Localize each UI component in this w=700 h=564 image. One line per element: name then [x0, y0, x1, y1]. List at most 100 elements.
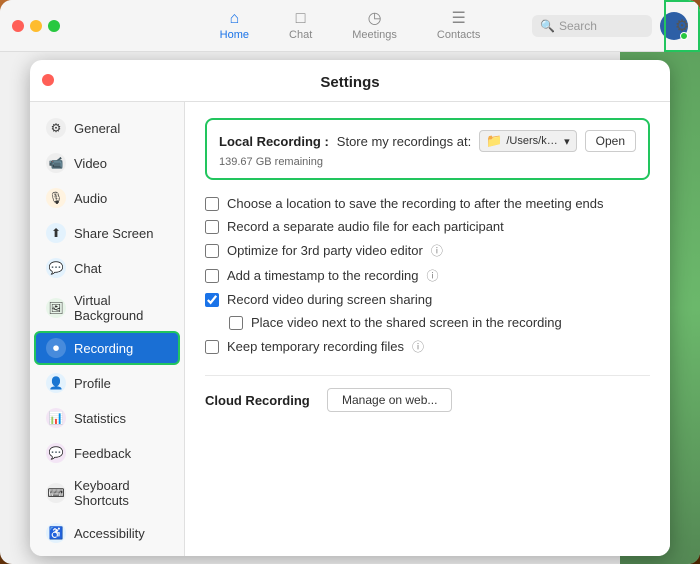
content-area: Settings ⚙ General 📹 Video 🎙 Audio: [0, 52, 700, 564]
checkbox-place-video-input[interactable]: [229, 316, 243, 330]
chat-sidebar-icon: 💬: [46, 258, 66, 278]
close-button[interactable]: [12, 20, 24, 32]
sidebar-label-video: Video: [74, 156, 107, 171]
manage-on-web-button[interactable]: Manage on web...: [327, 388, 452, 412]
video-icon: 📹: [46, 153, 66, 173]
sidebar-label-profile: Profile: [74, 376, 111, 391]
info-icon-optimize[interactable]: ⓘ: [431, 242, 443, 259]
cloud-recording-row: Cloud Recording Manage on web...: [205, 375, 650, 412]
checkbox-timestamp-label: Add a timestamp to the recording: [227, 268, 419, 283]
minimize-button[interactable]: [30, 20, 42, 32]
sidebar-item-audio[interactable]: 🎙 Audio: [34, 181, 180, 215]
settings-title: Settings: [30, 60, 670, 102]
info-icon-timestamp[interactable]: ⓘ: [427, 267, 439, 284]
tab-meetings[interactable]: ◷ Meetings: [344, 7, 405, 45]
checkbox-record-video-label: Record video during screen sharing: [227, 292, 432, 307]
checkbox-choose-location: Choose a location to save the recording …: [205, 192, 650, 215]
sidebar-item-statistics[interactable]: 📊 Statistics: [34, 401, 180, 435]
modal-close-dot[interactable]: [42, 74, 54, 86]
sidebar-item-share-screen[interactable]: ⬆ Share Screen: [34, 216, 180, 250]
settings-modal: Settings ⚙ General 📹 Video 🎙 Audio: [30, 60, 670, 556]
checkbox-choose-location-label: Choose a location to save the recording …: [227, 196, 604, 211]
sidebar-label-chat: Chat: [74, 261, 101, 276]
sidebar-label-accessibility: Accessibility: [74, 526, 145, 541]
traffic-lights: [12, 20, 60, 32]
sidebar-item-feedback[interactable]: 💬 Feedback: [34, 436, 180, 470]
recording-path-picker[interactable]: 📁 /Users/krlu2891/Docum... ▾: [479, 130, 576, 152]
checkbox-record-video-input[interactable]: [205, 293, 219, 307]
sidebar-label-share-screen: Share Screen: [74, 226, 154, 241]
path-text: /Users/krlu2891/Docum...: [506, 135, 560, 147]
sidebar-item-accessibility[interactable]: ♿ Accessibility: [34, 516, 180, 550]
search-placeholder: Search: [559, 19, 597, 33]
settings-sidebar: ⚙ General 📹 Video 🎙 Audio ⬆ Share Screen: [30, 102, 185, 556]
main-panel: Local Recording : Store my recordings at…: [185, 102, 670, 556]
sidebar-item-video[interactable]: 📹 Video: [34, 146, 180, 180]
local-recording-header: Local Recording : Store my recordings at…: [219, 130, 636, 152]
sidebar-label-keyboard-shortcuts: Keyboard Shortcuts: [74, 478, 168, 508]
tab-chat-label: Chat: [289, 29, 312, 41]
app-window: ⌂ Home □ Chat ◷ Meetings ☰ Contacts 🔍 Se…: [0, 0, 700, 564]
home-icon: ⌂: [230, 11, 240, 27]
chevron-down-icon: ▾: [564, 135, 570, 148]
checkbox-choose-location-input[interactable]: [205, 197, 219, 211]
sidebar-label-feedback: Feedback: [74, 446, 131, 461]
keyboard-shortcuts-icon: ⌨: [46, 483, 66, 503]
tab-chat[interactable]: □ Chat: [281, 7, 320, 45]
local-recording-label: Local Recording :: [219, 134, 329, 149]
sidebar-label-general: General: [74, 121, 120, 136]
sidebar-item-virtual-background[interactable]: 🖼 Virtual Background: [34, 286, 180, 330]
sidebar-label-virtual-background: Virtual Background: [74, 293, 168, 323]
search-bar[interactable]: 🔍 Search: [532, 15, 652, 37]
search-icon: 🔍: [540, 19, 555, 33]
checkbox-timestamp-input[interactable]: [205, 269, 219, 283]
titlebar: ⌂ Home □ Chat ◷ Meetings ☰ Contacts 🔍 Se…: [0, 0, 700, 52]
folder-icon: 📁: [486, 133, 502, 149]
sidebar-item-recording[interactable]: ⏺ Recording: [34, 331, 180, 365]
accessibility-icon: ♿: [46, 523, 66, 543]
audio-icon: 🎙: [46, 188, 66, 208]
checkbox-keep-temp: Keep temporary recording files ⓘ: [205, 334, 650, 359]
modal-body: ⚙ General 📹 Video 🎙 Audio ⬆ Share Screen: [30, 102, 670, 556]
chat-nav-icon: □: [296, 11, 306, 27]
sidebar-item-keyboard-shortcuts[interactable]: ⌨ Keyboard Shortcuts: [34, 471, 180, 515]
share-screen-icon: ⬆: [46, 223, 66, 243]
checkbox-separate-audio-input[interactable]: [205, 220, 219, 234]
maximize-button[interactable]: [48, 20, 60, 32]
sidebar-label-recording: Recording: [74, 341, 133, 356]
tab-home-label: Home: [220, 29, 249, 41]
checkbox-timestamp: Add a timestamp to the recording ⓘ: [205, 263, 650, 288]
local-recording-box: Local Recording : Store my recordings at…: [205, 118, 650, 180]
checkbox-separate-audio: Record a separate audio file for each pa…: [205, 215, 650, 238]
tab-contacts[interactable]: ☰ Contacts: [429, 7, 488, 45]
sidebar-label-statistics: Statistics: [74, 411, 126, 426]
sidebar-item-chat[interactable]: 💬 Chat: [34, 251, 180, 285]
tab-home[interactable]: ⌂ Home: [212, 7, 257, 45]
storage-remaining: 139.67 GB remaining: [219, 156, 636, 168]
checkbox-place-video-next: Place video next to the shared screen in…: [205, 311, 650, 334]
recording-icon: ⏺: [46, 338, 66, 358]
profile-icon: 👤: [46, 373, 66, 393]
sidebar-item-general[interactable]: ⚙ General: [34, 111, 180, 145]
store-at-label: Store my recordings at:: [337, 134, 471, 149]
sidebar-label-audio: Audio: [74, 191, 107, 206]
checkbox-optimize-3rd-party: Optimize for 3rd party video editor ⓘ: [205, 238, 650, 263]
contacts-icon: ☰: [451, 11, 465, 27]
checkbox-optimize-label: Optimize for 3rd party video editor: [227, 243, 423, 258]
checkbox-keep-temp-input[interactable]: [205, 340, 219, 354]
nav-tabs: ⌂ Home □ Chat ◷ Meetings ☰ Contacts: [212, 7, 489, 45]
gear-icon: ⚙: [675, 16, 689, 36]
gear-button[interactable]: ⚙: [664, 0, 700, 52]
checkbox-optimize-input[interactable]: [205, 244, 219, 258]
info-icon-keep-temp[interactable]: ⓘ: [412, 338, 424, 355]
general-icon: ⚙: [46, 118, 66, 138]
tab-contacts-label: Contacts: [437, 29, 480, 41]
checkbox-separate-audio-label: Record a separate audio file for each pa…: [227, 219, 504, 234]
open-button[interactable]: Open: [585, 130, 636, 152]
checkbox-place-video-label: Place video next to the shared screen in…: [251, 315, 562, 330]
tab-meetings-label: Meetings: [352, 29, 397, 41]
checkbox-record-video-screen: Record video during screen sharing: [205, 288, 650, 311]
sidebar-item-profile[interactable]: 👤 Profile: [34, 366, 180, 400]
virtual-background-icon: 🖼: [46, 298, 66, 318]
statistics-icon: 📊: [46, 408, 66, 428]
